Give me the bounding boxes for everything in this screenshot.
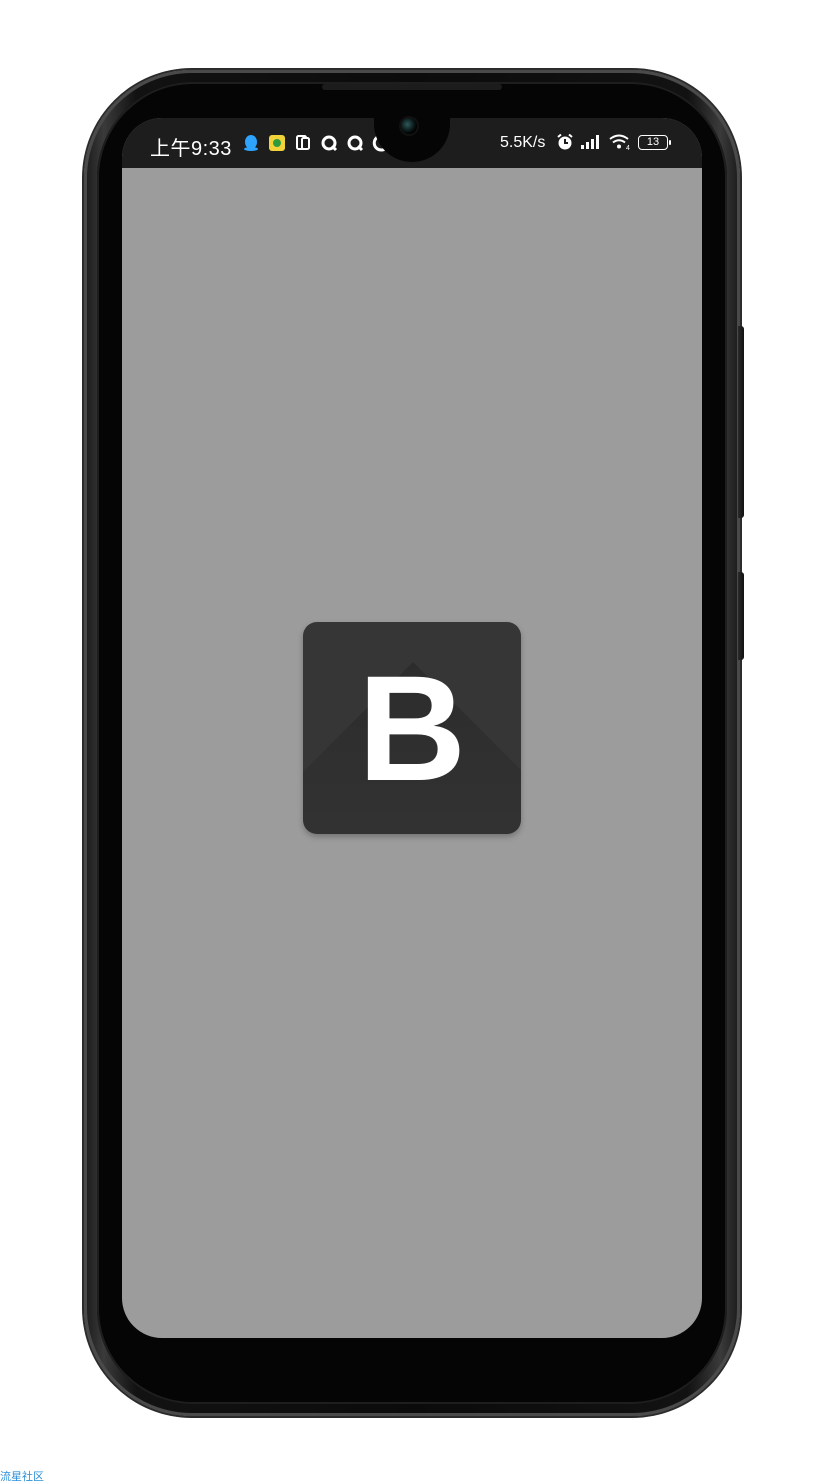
power-button [738, 572, 744, 660]
phone-screen: 上午9:33 5.5K/s 4 13 B [122, 118, 702, 1338]
status-time: 上午9:33 [150, 138, 232, 160]
app-logo: B [303, 622, 521, 834]
logo-letter: B [357, 644, 467, 812]
q-icon [321, 135, 338, 152]
earpiece-speaker [322, 84, 502, 90]
network-speed: 5.5K/s [500, 134, 546, 151]
alarm-icon [557, 133, 573, 150]
watermark: 流星社区 [0, 1470, 44, 1483]
signal-icon [581, 135, 599, 149]
system-icons: 4 13 [556, 133, 671, 151]
volume-button [738, 326, 744, 518]
battery-level: 13 [646, 135, 660, 148]
app-icon [269, 135, 285, 151]
qq-icon [244, 135, 258, 151]
battery-icon: 13 [638, 134, 671, 150]
q-icon [347, 135, 364, 152]
wifi-icon: 4 [609, 134, 630, 151]
front-camera [401, 118, 417, 134]
screenshot-icon [296, 135, 310, 150]
svg-text:4: 4 [626, 145, 630, 151]
notification-icons [242, 134, 390, 152]
